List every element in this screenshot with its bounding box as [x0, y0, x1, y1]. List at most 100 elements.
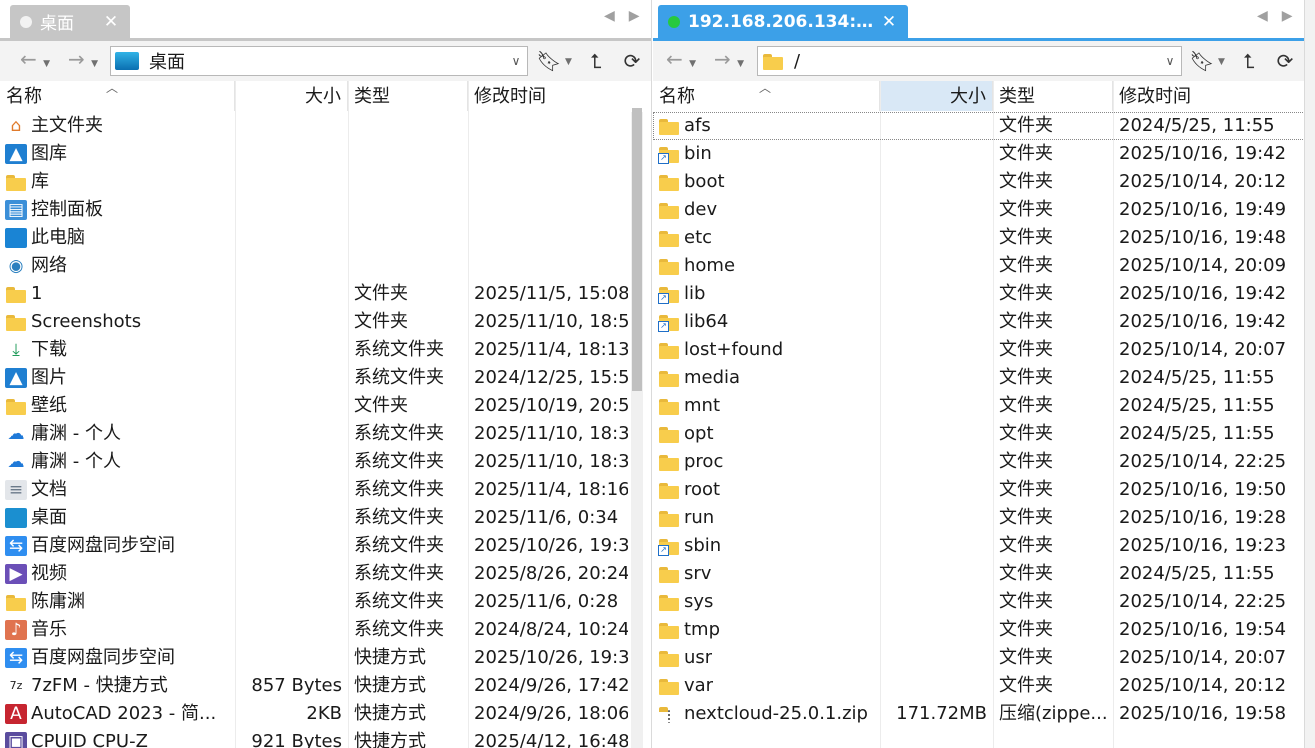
file-name-cell: afs [653, 112, 880, 140]
refresh-icon[interactable]: ⟳ [1271, 47, 1299, 75]
bookmark-icon[interactable]: 🔖︎ [535, 47, 563, 75]
file-modified: 2024/12/25, 15:5 [474, 367, 628, 388]
bookmark-icon[interactable]: 🔖︎ [1188, 47, 1216, 75]
file-row[interactable]: ▶ 视频 系统文件夹 2025/8/26, 20:24 [0, 560, 651, 588]
column-modified[interactable]: 修改时间 [468, 81, 628, 111]
file-name-cell: 库 [0, 168, 235, 196]
file-name-cell: 桌面 [0, 504, 235, 532]
refresh-icon[interactable]: ⟳ [618, 47, 646, 75]
tab-scroll-right-icon[interactable]: ▶ [1282, 8, 1293, 24]
file-size [880, 672, 993, 700]
tab-remote-server[interactable]: 192.168.206.134:2... ✕ [658, 5, 908, 38]
file-row[interactable]: 桌面 系统文件夹 2025/11/6, 0:34 [0, 504, 651, 532]
file-row[interactable]: ↗ bin 文件夹 2025/10/16, 19:42 [653, 140, 1305, 168]
file-row[interactable]: ▣ CPUID CPU-Z 921 Bytes 快捷方式 2025/4/12, 16:4… [0, 728, 651, 748]
file-row[interactable]: usr 文件夹 2025/10/14, 20:07 [653, 644, 1305, 672]
path-combobox[interactable]: / ∨ [757, 46, 1182, 76]
bookmark-menu-chevron-icon[interactable]: ▼ [565, 57, 572, 67]
file-row[interactable]: ≡ 文档 系统文件夹 2025/11/4, 18:16 [0, 476, 651, 504]
file-row[interactable]: 库 [0, 168, 651, 196]
pictures-icon: ▲ [5, 368, 27, 388]
tab-scroll-left-icon[interactable]: ◀ [604, 8, 615, 24]
file-row[interactable]: 1 文件夹 2025/11/5, 15:08 [0, 280, 651, 308]
file-row[interactable]: media 文件夹 2024/5/25, 11:55 [653, 364, 1305, 392]
file-row[interactable]: root 文件夹 2025/10/16, 19:50 [653, 476, 1305, 504]
right-file-list: afs 文件夹 2024/5/25, 11:55 ↗ bin 文件夹 2025/10/16,… [653, 112, 1305, 748]
file-type: 文件夹 [999, 367, 1053, 388]
file-row[interactable]: ⇆ 百度网盘同步空间 快捷方式 2025/10/26, 19:3 [0, 644, 651, 672]
parent-folder-icon[interactable]: ⮤ [1235, 47, 1263, 75]
file-modified: 2025/11/4, 18:13 [474, 339, 628, 360]
file-row[interactable]: home 文件夹 2025/10/14, 20:09 [653, 252, 1305, 280]
tab-close-icon[interactable]: ✕ [880, 12, 898, 32]
path-dropdown-chevron-icon[interactable]: ∨ [1159, 54, 1181, 68]
file-row[interactable]: proc 文件夹 2025/10/14, 22:25 [653, 448, 1305, 476]
path-dropdown-chevron-icon[interactable]: ∨ [505, 54, 527, 68]
file-type: 文件夹 [354, 311, 408, 332]
file-row[interactable]: ⌂ 主文件夹 [0, 112, 651, 140]
file-row[interactable]: ⇆ 百度网盘同步空间 系统文件夹 2025/10/26, 19:3 [0, 532, 651, 560]
forward-button[interactable]: → ▼ [68, 47, 98, 71]
forward-button[interactable]: → ▼ [714, 47, 744, 71]
file-row[interactable]: lost+found 文件夹 2025/10/14, 20:07 [653, 336, 1305, 364]
back-button[interactable]: ← ▼ [666, 47, 696, 71]
tab-close-icon[interactable]: ✕ [102, 12, 120, 32]
file-row[interactable]: Screenshots 文件夹 2025/11/10, 18:5 [0, 308, 651, 336]
file-row[interactable]: 壁纸 文件夹 2025/10/19, 20:5 [0, 392, 651, 420]
file-row[interactable]: ☁ 庸渊 - 个人 系统文件夹 2025/11/10, 18:3 [0, 448, 651, 476]
file-row[interactable]: ▲ 图片 系统文件夹 2024/12/25, 15:5 [0, 364, 651, 392]
file-row[interactable]: ◉ 网络 [0, 252, 651, 280]
back-history-chevron-icon[interactable]: ▼ [689, 59, 696, 69]
column-name[interactable]: 名称 ︿ [0, 81, 235, 111]
left-scrollbar[interactable] [631, 108, 643, 748]
file-row[interactable]: etc 文件夹 2025/10/16, 19:48 [653, 224, 1305, 252]
file-row[interactable]: sys 文件夹 2025/10/14, 22:25 [653, 588, 1305, 616]
column-size[interactable]: 大小 [880, 81, 993, 111]
file-row[interactable]: run 文件夹 2025/10/16, 19:28 [653, 504, 1305, 532]
file-row[interactable]: ⤓ 下载 系统文件夹 2025/11/4, 18:13 [0, 336, 651, 364]
tab-scroll-right-icon[interactable]: ▶ [629, 8, 640, 24]
file-name-cell: var [653, 672, 880, 700]
column-type[interactable]: 类型 [993, 81, 1113, 111]
left-scrollbar-thumb[interactable] [632, 108, 642, 391]
back-button[interactable]: ← ▼ [20, 47, 50, 71]
file-row[interactable]: ▲ 图库 [0, 140, 651, 168]
column-name[interactable]: 名称 ︿ [653, 81, 880, 111]
file-row[interactable]: 陈庸渊 系统文件夹 2025/11/6, 0:28 [0, 588, 651, 616]
file-row[interactable]: A AutoCAD 2023 - 简... 2KB 快捷方式 2024/9/26, 18… [0, 700, 651, 728]
file-row[interactable]: dev 文件夹 2025/10/16, 19:49 [653, 196, 1305, 224]
file-row[interactable]: ↗ sbin 文件夹 2025/10/16, 19:23 [653, 532, 1305, 560]
file-row[interactable]: opt 文件夹 2024/5/25, 11:55 [653, 420, 1305, 448]
file-size [235, 364, 348, 392]
file-row[interactable]: 此电脑 [0, 224, 651, 252]
file-row[interactable]: boot 文件夹 2025/10/14, 20:12 [653, 168, 1305, 196]
forward-history-chevron-icon[interactable]: ▼ [737, 59, 744, 69]
file-row[interactable]: tmp 文件夹 2025/10/16, 19:54 [653, 616, 1305, 644]
tab-scroll-left-icon[interactable]: ◀ [1257, 8, 1268, 24]
file-row[interactable]: mnt 文件夹 2024/5/25, 11:55 [653, 392, 1305, 420]
column-type[interactable]: 类型 [348, 81, 468, 111]
path-combobox[interactable]: 桌面 ∨ [110, 46, 528, 76]
file-row[interactable]: var 文件夹 2025/10/14, 20:12 [653, 672, 1305, 700]
column-modified[interactable]: 修改时间 [1113, 81, 1305, 111]
file-row[interactable]: ↗ lib 文件夹 2025/10/16, 19:42 [653, 280, 1305, 308]
file-name: 壁纸 [31, 395, 67, 416]
column-size[interactable]: 大小 [235, 81, 348, 111]
file-row[interactable]: ☁ 庸渊 - 个人 系统文件夹 2025/11/10, 18:3 [0, 420, 651, 448]
tab-desktop[interactable]: 桌面 ✕ [10, 5, 130, 38]
file-type: 文件夹 [354, 283, 408, 304]
file-row[interactable]: ↗ lib64 文件夹 2025/10/16, 19:42 [653, 308, 1305, 336]
file-row[interactable]: ♪ 音乐 系统文件夹 2024/8/24, 10:24 [0, 616, 651, 644]
file-row[interactable]: 7z 7zFM - 快捷方式 857 Bytes 快捷方式 2024/9/26, 17:… [0, 672, 651, 700]
file-row[interactable]: srv 文件夹 2024/5/25, 11:55 [653, 560, 1305, 588]
file-row[interactable]: nextcloud-25.0.1.zip 171.72MB 压缩(zippe... 2… [653, 700, 1305, 728]
file-row[interactable]: afs 文件夹 2024/5/25, 11:55 [653, 112, 1305, 140]
column-name-label: 名称 [6, 86, 42, 107]
forward-history-chevron-icon[interactable]: ▼ [91, 59, 98, 69]
bookmark-menu-chevron-icon[interactable]: ▼ [1218, 57, 1225, 67]
back-history-chevron-icon[interactable]: ▼ [43, 59, 50, 69]
file-row[interactable]: ▤ 控制面板 [0, 196, 651, 224]
parent-folder-icon[interactable]: ⮤ [582, 47, 610, 75]
right-file-pane: 192.168.206.134:2... ✕ ◀ ▶ ← ▼ → ▼ / ∨ 🔖… [653, 0, 1305, 748]
onedrive-icon: ☁ [5, 424, 27, 444]
